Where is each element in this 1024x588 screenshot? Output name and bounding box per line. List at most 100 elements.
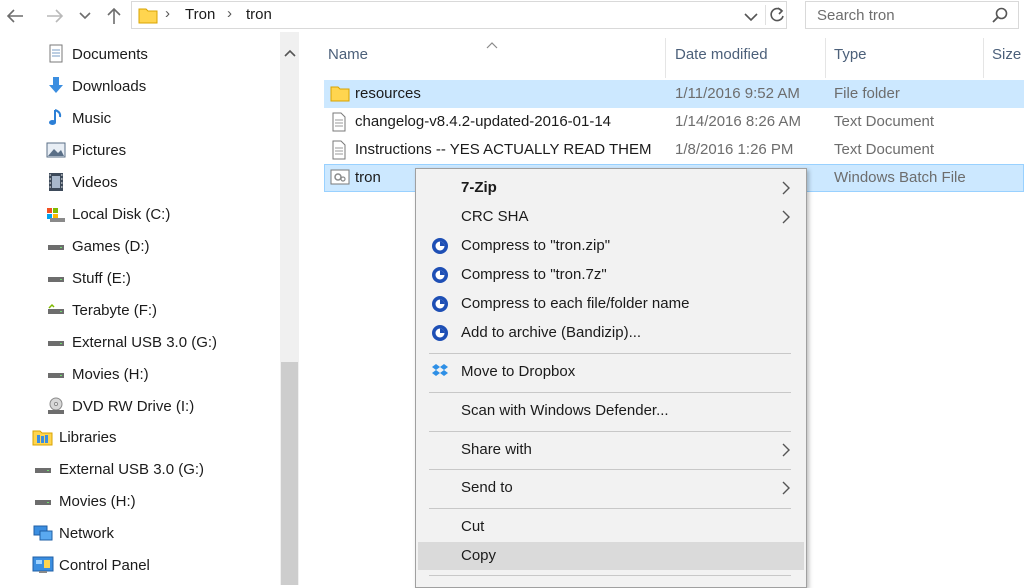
column-divider[interactable] [825, 38, 826, 78]
back-button[interactable] [4, 6, 26, 26]
address-divider [765, 5, 766, 25]
column-divider[interactable] [665, 38, 666, 78]
chevron-down-icon [79, 12, 91, 20]
refresh-icon [770, 7, 784, 22]
menu-separator [429, 508, 791, 509]
nav-item-music[interactable]: Music [45, 105, 111, 131]
address-history-dropdown[interactable] [744, 9, 758, 26]
videos-icon [45, 172, 67, 192]
breadcrumb-tron-parent[interactable]: Tron [185, 6, 215, 23]
file-row-instructions[interactable]: Instructions -- YES ACTUALLY READ THEM 1… [324, 136, 1024, 164]
drive-icon [45, 364, 67, 384]
network-icon [32, 523, 54, 543]
up-arrow-icon [107, 7, 121, 24]
chevron-right-icon [782, 481, 790, 499]
back-arrow-icon [6, 9, 23, 23]
nav-item-movies-h-2[interactable]: Movies (H:) [32, 488, 136, 514]
column-header-type[interactable]: Type [834, 46, 867, 63]
pictures-icon [45, 140, 67, 160]
nav-item-downloads[interactable]: Downloads [45, 73, 146, 99]
chevron-down-icon [744, 13, 758, 22]
control-panel-icon [32, 555, 54, 575]
nav-item-external-usb-g[interactable]: External USB 3.0 (G:) [45, 329, 217, 355]
menu-item-compress-7z[interactable]: Compress to "tron.7z" [418, 261, 804, 289]
address-toolbar: › Tron › tron Search tron [0, 0, 1024, 32]
menu-separator [429, 392, 791, 393]
file-row-resources[interactable]: resources 1/11/2016 9:52 AM File folder [324, 80, 1024, 108]
search-placeholder: Search tron [817, 7, 895, 24]
forward-button[interactable] [44, 6, 66, 26]
nav-item-dvd-rw-drive-i[interactable]: DVD RW Drive (I:) [45, 393, 194, 419]
libraries-icon [32, 427, 54, 447]
file-name: resources [355, 85, 421, 102]
file-date-modified: 1/8/2016 1:26 PM [675, 141, 794, 158]
nav-item-documents[interactable]: Documents [45, 41, 148, 67]
menu-separator [429, 469, 791, 470]
column-divider[interactable] [983, 38, 984, 78]
menu-item-scan-defender[interactable]: Scan with Windows Defender... [418, 397, 804, 425]
menu-item-move-to-dropbox[interactable]: Move to Dropbox [418, 358, 804, 386]
nav-item-external-usb-g-2[interactable]: External USB 3.0 (G:) [32, 456, 204, 482]
column-header-size[interactable]: Size [992, 46, 1021, 63]
nav-item-network[interactable]: Network [32, 520, 114, 546]
menu-item-compress-each[interactable]: Compress to each file/folder name [418, 290, 804, 318]
file-date-modified: 1/14/2016 8:26 AM [675, 113, 801, 130]
downloads-icon [45, 76, 67, 96]
refresh-button[interactable] [768, 6, 786, 28]
drive-icon [45, 300, 67, 320]
file-type: Text Document [834, 141, 935, 158]
drive-icon [32, 459, 54, 479]
menu-item-copy[interactable]: Copy [418, 542, 804, 570]
navigation-pane: Documents Downloads Music Pictures Video… [0, 32, 300, 585]
file-row-changelog[interactable]: changelog-v8.4.2-updated-2016-01-14 1/14… [324, 108, 1024, 136]
batch-file-icon [330, 168, 350, 190]
nav-item-movies-h[interactable]: Movies (H:) [45, 361, 149, 387]
up-button[interactable] [103, 6, 125, 26]
scroll-up-button[interactable] [284, 44, 296, 61]
nav-item-libraries[interactable]: Libraries [32, 424, 117, 450]
file-type: File folder [834, 85, 900, 102]
drive-icon [45, 236, 67, 256]
menu-item-crc-sha[interactable]: CRC SHA [418, 203, 804, 231]
file-name: tron [355, 169, 381, 186]
file-date-modified: 1/11/2016 9:52 AM [675, 85, 800, 102]
bandizip-icon [431, 266, 449, 288]
context-menu: 7-Zip CRC SHA Compress to "tron.zip" Com… [415, 168, 807, 588]
menu-item-cut[interactable]: Cut [418, 513, 804, 541]
folder-icon [330, 84, 350, 106]
chevron-up-icon [284, 49, 296, 57]
nav-item-terabyte-f[interactable]: Terabyte (F:) [45, 297, 157, 323]
chevron-right-icon [782, 181, 790, 199]
bandizip-icon [431, 324, 449, 346]
address-bar[interactable]: › Tron › tron [131, 1, 787, 29]
file-name: changelog-v8.4.2-updated-2016-01-14 [355, 113, 612, 130]
menu-item-add-to-archive[interactable]: Add to archive (Bandizip)... [418, 319, 804, 347]
chevron-right-icon [782, 210, 790, 228]
search-box[interactable]: Search tron [805, 1, 1019, 29]
nav-item-stuff-e[interactable]: Stuff (E:) [45, 265, 131, 291]
nav-item-local-disk-c[interactable]: Local Disk (C:) [45, 201, 170, 227]
recent-locations-button[interactable] [77, 6, 93, 26]
nav-item-videos[interactable]: Videos [45, 169, 118, 195]
nav-item-control-panel[interactable]: Control Panel [32, 552, 150, 578]
forward-arrow-icon [47, 9, 64, 23]
menu-separator [429, 353, 791, 354]
local-disk-icon [45, 204, 67, 224]
file-name: Instructions -- YES ACTUALLY READ THEM [355, 141, 652, 158]
nav-scrollbar-thumb[interactable] [281, 362, 298, 585]
dropbox-icon [431, 363, 449, 383]
menu-item-compress-zip[interactable]: Compress to "tron.zip" [418, 232, 804, 260]
nav-item-pictures[interactable]: Pictures [45, 137, 126, 163]
chevron-right-icon [782, 443, 790, 461]
column-header-date-modified[interactable]: Date modified [675, 46, 768, 63]
nav-item-games-d[interactable]: Games (D:) [45, 233, 150, 259]
text-document-icon [330, 112, 348, 136]
file-type: Text Document [834, 113, 935, 130]
menu-item-share-with[interactable]: Share with [418, 436, 804, 464]
bandizip-icon [431, 295, 449, 317]
menu-item-7zip[interactable]: 7-Zip [418, 174, 804, 202]
breadcrumb-tron-current[interactable]: tron [246, 6, 272, 23]
column-header-name[interactable]: Name [328, 46, 368, 63]
search-icon[interactable] [992, 7, 1008, 27]
menu-item-send-to[interactable]: Send to [418, 474, 804, 502]
